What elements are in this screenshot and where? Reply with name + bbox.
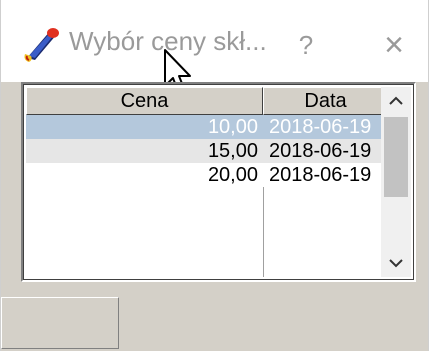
cell-data: 2018-06-19 <box>269 140 372 162</box>
cell-data: 2018-06-19 <box>269 164 372 186</box>
bottom-panel-button[interactable] <box>1 297 119 349</box>
cell-data: 2018-06-19 <box>269 116 372 138</box>
cell-cena: 10,00 <box>207 116 258 138</box>
vertical-scrollbar[interactable] <box>381 87 411 277</box>
column-header-data[interactable]: Data <box>263 87 388 115</box>
help-button[interactable]: ? <box>281 14 331 76</box>
table-row[interactable]: 20,00 2018-06-19 <box>26 163 388 187</box>
app-logo-icon <box>24 28 59 62</box>
cell-cena: 15,00 <box>207 140 258 162</box>
cell-cena: 20,00 <box>207 164 258 186</box>
dialog-client-area: Cena Data 10,00 2018-06-19 15,00 2018-06… <box>1 82 428 351</box>
chevron-up-icon[interactable] <box>381 87 411 115</box>
column-header-cena[interactable]: Cena <box>26 87 263 115</box>
title-bar[interactable]: Wybór ceny skł... ? × <box>1 0 428 95</box>
chevron-down-icon[interactable] <box>381 249 411 277</box>
dialog-window: Wybór ceny skł... ? × Cena Data 10,00 20… <box>0 0 429 351</box>
price-grid: Cena Data 10,00 2018-06-19 15,00 2018-06… <box>21 82 416 282</box>
scrollbar-thumb[interactable] <box>384 117 408 197</box>
close-button[interactable]: × <box>369 14 419 76</box>
table-row[interactable]: 10,00 2018-06-19 <box>26 115 388 139</box>
table-row[interactable]: 15,00 2018-06-19 <box>26 139 388 163</box>
